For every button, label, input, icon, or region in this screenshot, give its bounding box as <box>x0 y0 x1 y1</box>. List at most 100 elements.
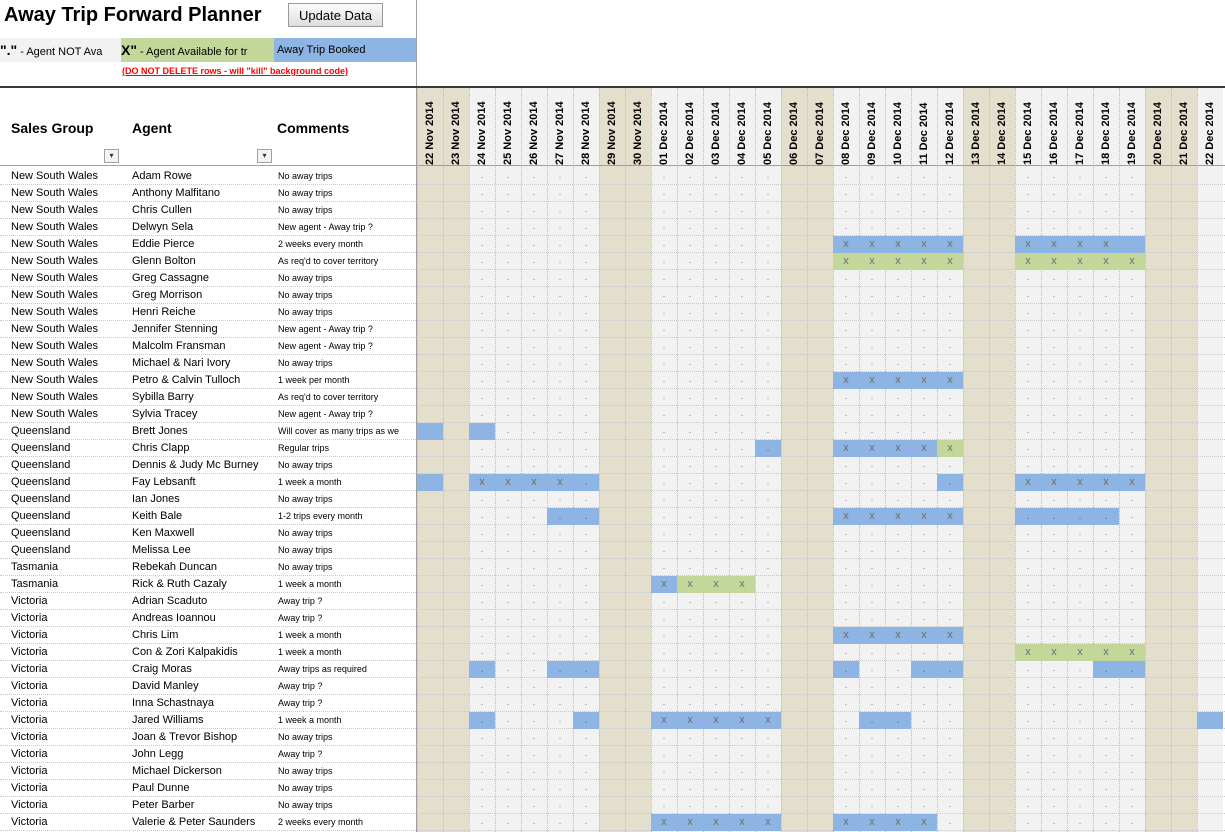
day-cell-unavailable[interactable]: . <box>469 814 495 831</box>
day-cell-unavailable[interactable]: . <box>703 202 729 219</box>
day-cell-unavailable[interactable]: . <box>469 525 495 542</box>
update-data-button[interactable]: Update Data <box>288 3 383 27</box>
day-cell-unavailable[interactable]: . <box>1067 627 1093 644</box>
day-cell-unavailable[interactable]: . <box>1093 678 1119 695</box>
day-cell-unavailable[interactable]: . <box>755 525 781 542</box>
day-cell-unavailable[interactable]: . <box>573 695 599 712</box>
day-cell-unavailable[interactable]: . <box>1093 559 1119 576</box>
day-cell-unavailable[interactable]: . <box>1041 576 1067 593</box>
day-cell-unavailable[interactable]: . <box>859 321 885 338</box>
comment-cell[interactable]: No away trips <box>278 202 415 219</box>
day-cell-unavailable[interactable]: . <box>755 321 781 338</box>
day-cell-unavailable[interactable]: . <box>729 559 755 576</box>
day-cell-unavailable[interactable]: . <box>651 661 677 678</box>
day-cell-unavailable[interactable]: . <box>547 457 573 474</box>
day-cell-unavailable[interactable]: . <box>833 406 859 423</box>
day-cell-unavailable[interactable]: . <box>833 338 859 355</box>
day-cell-unavailable[interactable]: . <box>573 525 599 542</box>
day-cell-unavailable[interactable]: . <box>651 423 677 440</box>
day-cell-unavailable[interactable]: . <box>833 593 859 610</box>
day-cell-unavailable[interactable]: . <box>911 185 937 202</box>
day-cell-booked[interactable]: x <box>859 372 885 389</box>
day-cell-unavailable[interactable]: . <box>1067 678 1093 695</box>
day-cell-unavailable[interactable]: . <box>1093 168 1119 185</box>
day-cell-unavailable[interactable]: . <box>677 508 703 525</box>
agent-cell[interactable]: Anthony Malfitano <box>132 185 274 202</box>
day-cell-unavailable[interactable]: . <box>911 202 937 219</box>
day-cell-unavailable[interactable]: . <box>547 627 573 644</box>
day-cell-unavailable[interactable]: . <box>573 780 599 797</box>
comment-cell[interactable]: New agent - Away trip ? <box>278 219 415 236</box>
day-cell-unavailable[interactable]: . <box>1093 763 1119 780</box>
day-cell-booked[interactable] <box>417 423 443 440</box>
day-cell-unavailable[interactable]: . <box>1119 763 1145 780</box>
day-cell-unavailable[interactable]: . <box>833 695 859 712</box>
day-cell-unavailable[interactable]: . <box>547 440 573 457</box>
day-cell-unavailable[interactable]: . <box>469 593 495 610</box>
day-cell-unavailable[interactable]: . <box>651 797 677 814</box>
agent-cell[interactable]: David Manley <box>132 678 274 695</box>
day-cell-unavailable[interactable]: . <box>911 491 937 508</box>
day-cell-unavailable[interactable]: . <box>547 712 573 729</box>
day-cell-unavailable[interactable]: . <box>521 814 547 831</box>
day-cell-unavailable[interactable]: . <box>547 593 573 610</box>
day-cell-unavailable[interactable]: . <box>1067 423 1093 440</box>
day-cell-unavailable[interactable]: . <box>833 525 859 542</box>
day-cell-unavailable[interactable]: . <box>911 695 937 712</box>
day-cell-unavailable[interactable]: . <box>677 474 703 491</box>
day-cell-unavailable[interactable]: . <box>573 814 599 831</box>
day-cell-unavailable[interactable]: . <box>1015 440 1041 457</box>
comment-cell[interactable]: No away trips <box>278 168 415 185</box>
day-cell-unavailable[interactable]: . <box>547 236 573 253</box>
day-cell-unavailable[interactable]: . <box>1119 695 1145 712</box>
day-cell-unavailable[interactable]: . <box>521 797 547 814</box>
day-cell-unavailable[interactable]: . <box>859 525 885 542</box>
day-cell-unavailable[interactable]: . <box>677 389 703 406</box>
agent-cell[interactable]: Chris Lim <box>132 627 274 644</box>
day-cell-unavailable[interactable]: . <box>651 304 677 321</box>
day-cell-unavailable[interactable]: . <box>755 763 781 780</box>
day-cell-unavailable[interactable]: . <box>521 729 547 746</box>
day-cell-unavailable[interactable]: . <box>859 644 885 661</box>
day-cell-booked[interactable]: x <box>885 814 911 831</box>
day-cell-booked[interactable]: x <box>1067 236 1093 253</box>
day-cell-unavailable[interactable]: . <box>573 168 599 185</box>
day-cell-unavailable[interactable]: . <box>521 576 547 593</box>
day-cell-unavailable[interactable]: . <box>833 457 859 474</box>
day-cell-unavailable[interactable]: . <box>573 389 599 406</box>
day-cell-unavailable[interactable]: . <box>703 627 729 644</box>
day-cell-unavailable[interactable]: . <box>729 525 755 542</box>
day-cell-booked[interactable]: x <box>677 814 703 831</box>
day-cell-available[interactable]: x <box>703 576 729 593</box>
day-cell-unavailable[interactable]: . <box>755 678 781 695</box>
day-cell-unavailable[interactable]: . <box>677 185 703 202</box>
day-cell-unavailable[interactable]: . <box>1119 406 1145 423</box>
day-cell-unavailable[interactable]: . <box>651 202 677 219</box>
day-cell-unavailable[interactable]: . <box>521 440 547 457</box>
agent-cell[interactable]: Brett Jones <box>132 423 274 440</box>
day-cell-unavailable[interactable]: . <box>755 355 781 372</box>
day-cell-unavailable[interactable]: . <box>703 474 729 491</box>
day-cell-unavailable[interactable]: . <box>1067 746 1093 763</box>
comment-cell[interactable]: Away trip ? <box>278 593 415 610</box>
day-cell-available[interactable]: x <box>1093 253 1119 270</box>
day-cell-booked[interactable]: . <box>547 661 573 678</box>
day-cell-unavailable[interactable]: . <box>755 474 781 491</box>
day-cell-available[interactable]: x <box>937 253 963 270</box>
day-cell-unavailable[interactable]: . <box>495 559 521 576</box>
day-cell-booked[interactable]: x <box>495 474 521 491</box>
day-cell-unavailable[interactable]: . <box>729 338 755 355</box>
day-cell-unavailable[interactable]: . <box>547 304 573 321</box>
day-cell-unavailable[interactable]: . <box>937 219 963 236</box>
day-cell-unavailable[interactable]: . <box>1015 814 1041 831</box>
day-cell-booked[interactable]: x <box>859 627 885 644</box>
day-cell-unavailable[interactable]: . <box>1067 661 1093 678</box>
day-cell-unavailable[interactable]: . <box>885 202 911 219</box>
day-cell-unavailable[interactable]: . <box>651 338 677 355</box>
day-cell-booked[interactable]: . <box>1093 508 1119 525</box>
day-cell-unavailable[interactable]: . <box>1067 406 1093 423</box>
sales-group-cell[interactable]: Queensland <box>11 491 121 508</box>
day-cell-unavailable[interactable]: . <box>547 814 573 831</box>
day-cell-unavailable[interactable]: . <box>1041 712 1067 729</box>
day-cell-unavailable[interactable]: . <box>755 270 781 287</box>
